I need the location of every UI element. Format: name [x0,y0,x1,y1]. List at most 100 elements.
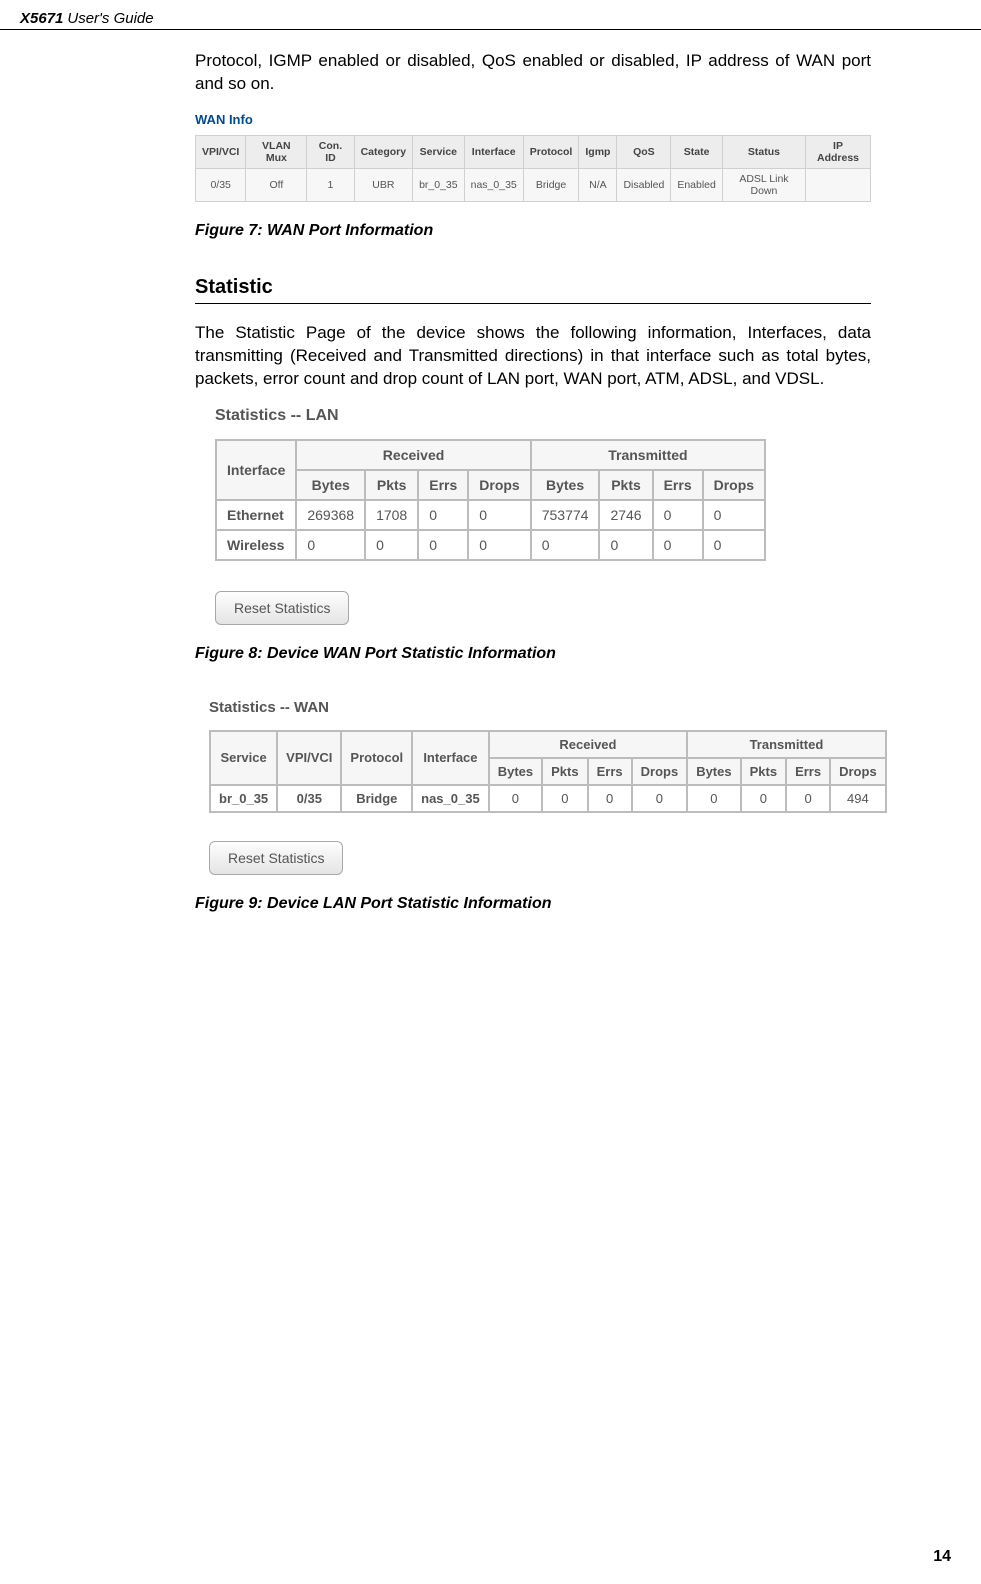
col: Errs [653,470,703,500]
figure-7-caption: Figure 7: WAN Port Information [195,222,871,240]
cell: 494 [830,785,886,812]
cell: Off [246,168,307,201]
col: Drops [830,758,886,785]
cell: 753774 [531,500,600,530]
col: Service [210,731,277,785]
cell: 0 [653,500,703,530]
col: QoS [617,135,671,168]
cell [806,168,871,201]
table-header-row: Bytes Pkts Errs Drops Bytes Pkts Errs Dr… [216,470,765,500]
cell: 269368 [296,500,365,530]
figure-8-caption: Figure 8: Device WAN Port Statistic Info… [195,645,871,663]
section-statistic: Statistic [195,276,871,304]
wan-info-label: WAN Info [195,112,871,127]
col-group-received: Received [489,731,687,758]
doc-subtitle: User's Guide [67,10,153,27]
cell: 1708 [365,500,418,530]
col: Drops [703,470,765,500]
cell: 0 [741,785,786,812]
col-group-transmitted: Transmitted [687,731,885,758]
col: Interface [464,135,523,168]
cell: 0/35 [196,168,246,201]
col: Bytes [489,758,542,785]
col: Bytes [687,758,740,785]
doc-model: X5671 [20,10,63,27]
wan-statistics-figure: Statistics -- WAN Service VPI/VCI Protoc… [209,699,849,875]
cell: UBR [354,168,413,201]
reset-statistics-button[interactable]: Reset Statistics [215,591,349,625]
cell: 1 [307,168,354,201]
cell: 0 [542,785,587,812]
cell: Bridge [341,785,412,812]
cell: 0 [468,500,530,530]
col-group-received: Received [296,440,530,470]
col: Igmp [579,135,617,168]
cell: 0 [588,785,632,812]
col: VPI/VCI [277,731,341,785]
cell: br_0_35 [413,168,465,201]
col: Status [722,135,805,168]
wan-stats-table: Service VPI/VCI Protocol Interface Recei… [209,730,887,813]
cell: 2746 [599,500,652,530]
col-interface: Interface [216,440,296,500]
cell: ADSL Link Down [722,168,805,201]
col: VPI/VCI [196,135,246,168]
cell: 0 [418,500,468,530]
table-header-row: Interface Received Transmitted [216,440,765,470]
wan-info-figure: WAN Info VPI/VCI VLAN Mux Con. ID Catego… [195,112,871,202]
reset-button-wrap: Reset Statistics [215,591,855,625]
table-row: br_0_35 0/35 Bridge nas_0_35 0 0 0 0 0 0… [210,785,886,812]
cell-iface: Wireless [216,530,296,560]
cell: 0 [653,530,703,560]
col: Drops [632,758,688,785]
lan-stats-title: Statistics -- LAN [215,407,855,425]
col: IP Address [806,135,871,168]
cell: 0 [703,500,765,530]
col: Errs [418,470,468,500]
page-content: Protocol, IGMP enabled or disabled, QoS … [0,50,981,913]
col: Errs [588,758,632,785]
wan-stats-title: Statistics -- WAN [209,699,849,716]
col: Drops [468,470,530,500]
page-number: 14 [933,1548,951,1566]
col: Con. ID [307,135,354,168]
cell: 0 [365,530,418,560]
col: Bytes [296,470,365,500]
col: Pkts [365,470,418,500]
col: Protocol [523,135,579,168]
col: State [671,135,723,168]
cell: 0 [599,530,652,560]
page-header: X5671 User's Guide [0,0,981,30]
cell: 0/35 [277,785,341,812]
reset-button-wrap: Reset Statistics [209,841,849,875]
intro-continuation: Protocol, IGMP enabled or disabled, QoS … [195,50,871,96]
figure-9-caption: Figure 9: Device LAN Port Statistic Info… [195,895,871,913]
table-row: 0/35 Off 1 UBR br_0_35 nas_0_35 Bridge N… [196,168,871,201]
statistic-body: The Statistic Page of the device shows t… [195,322,871,391]
wan-info-table: VPI/VCI VLAN Mux Con. ID Category Servic… [195,135,871,202]
lan-stats-table: Interface Received Transmitted Bytes Pkt… [215,439,766,561]
cell: br_0_35 [210,785,277,812]
table-header-row: Service VPI/VCI Protocol Interface Recei… [210,731,886,758]
cell: 0 [632,785,688,812]
cell: 0 [687,785,740,812]
col: Bytes [531,470,600,500]
lan-statistics-figure: Statistics -- LAN Interface Received Tra… [215,407,855,625]
cell: Bridge [523,168,579,201]
cell: nas_0_35 [464,168,523,201]
cell: N/A [579,168,617,201]
cell: 0 [296,530,365,560]
cell: 0 [489,785,542,812]
col: Protocol [341,731,412,785]
cell: 0 [786,785,830,812]
reset-statistics-button[interactable]: Reset Statistics [209,841,343,875]
col: Pkts [741,758,786,785]
cell: 0 [418,530,468,560]
cell: 0 [468,530,530,560]
col: Pkts [542,758,587,785]
cell: Enabled [671,168,723,201]
cell: 0 [531,530,600,560]
cell: 0 [703,530,765,560]
table-row: Ethernet 269368 1708 0 0 753774 2746 0 0 [216,500,765,530]
col: VLAN Mux [246,135,307,168]
